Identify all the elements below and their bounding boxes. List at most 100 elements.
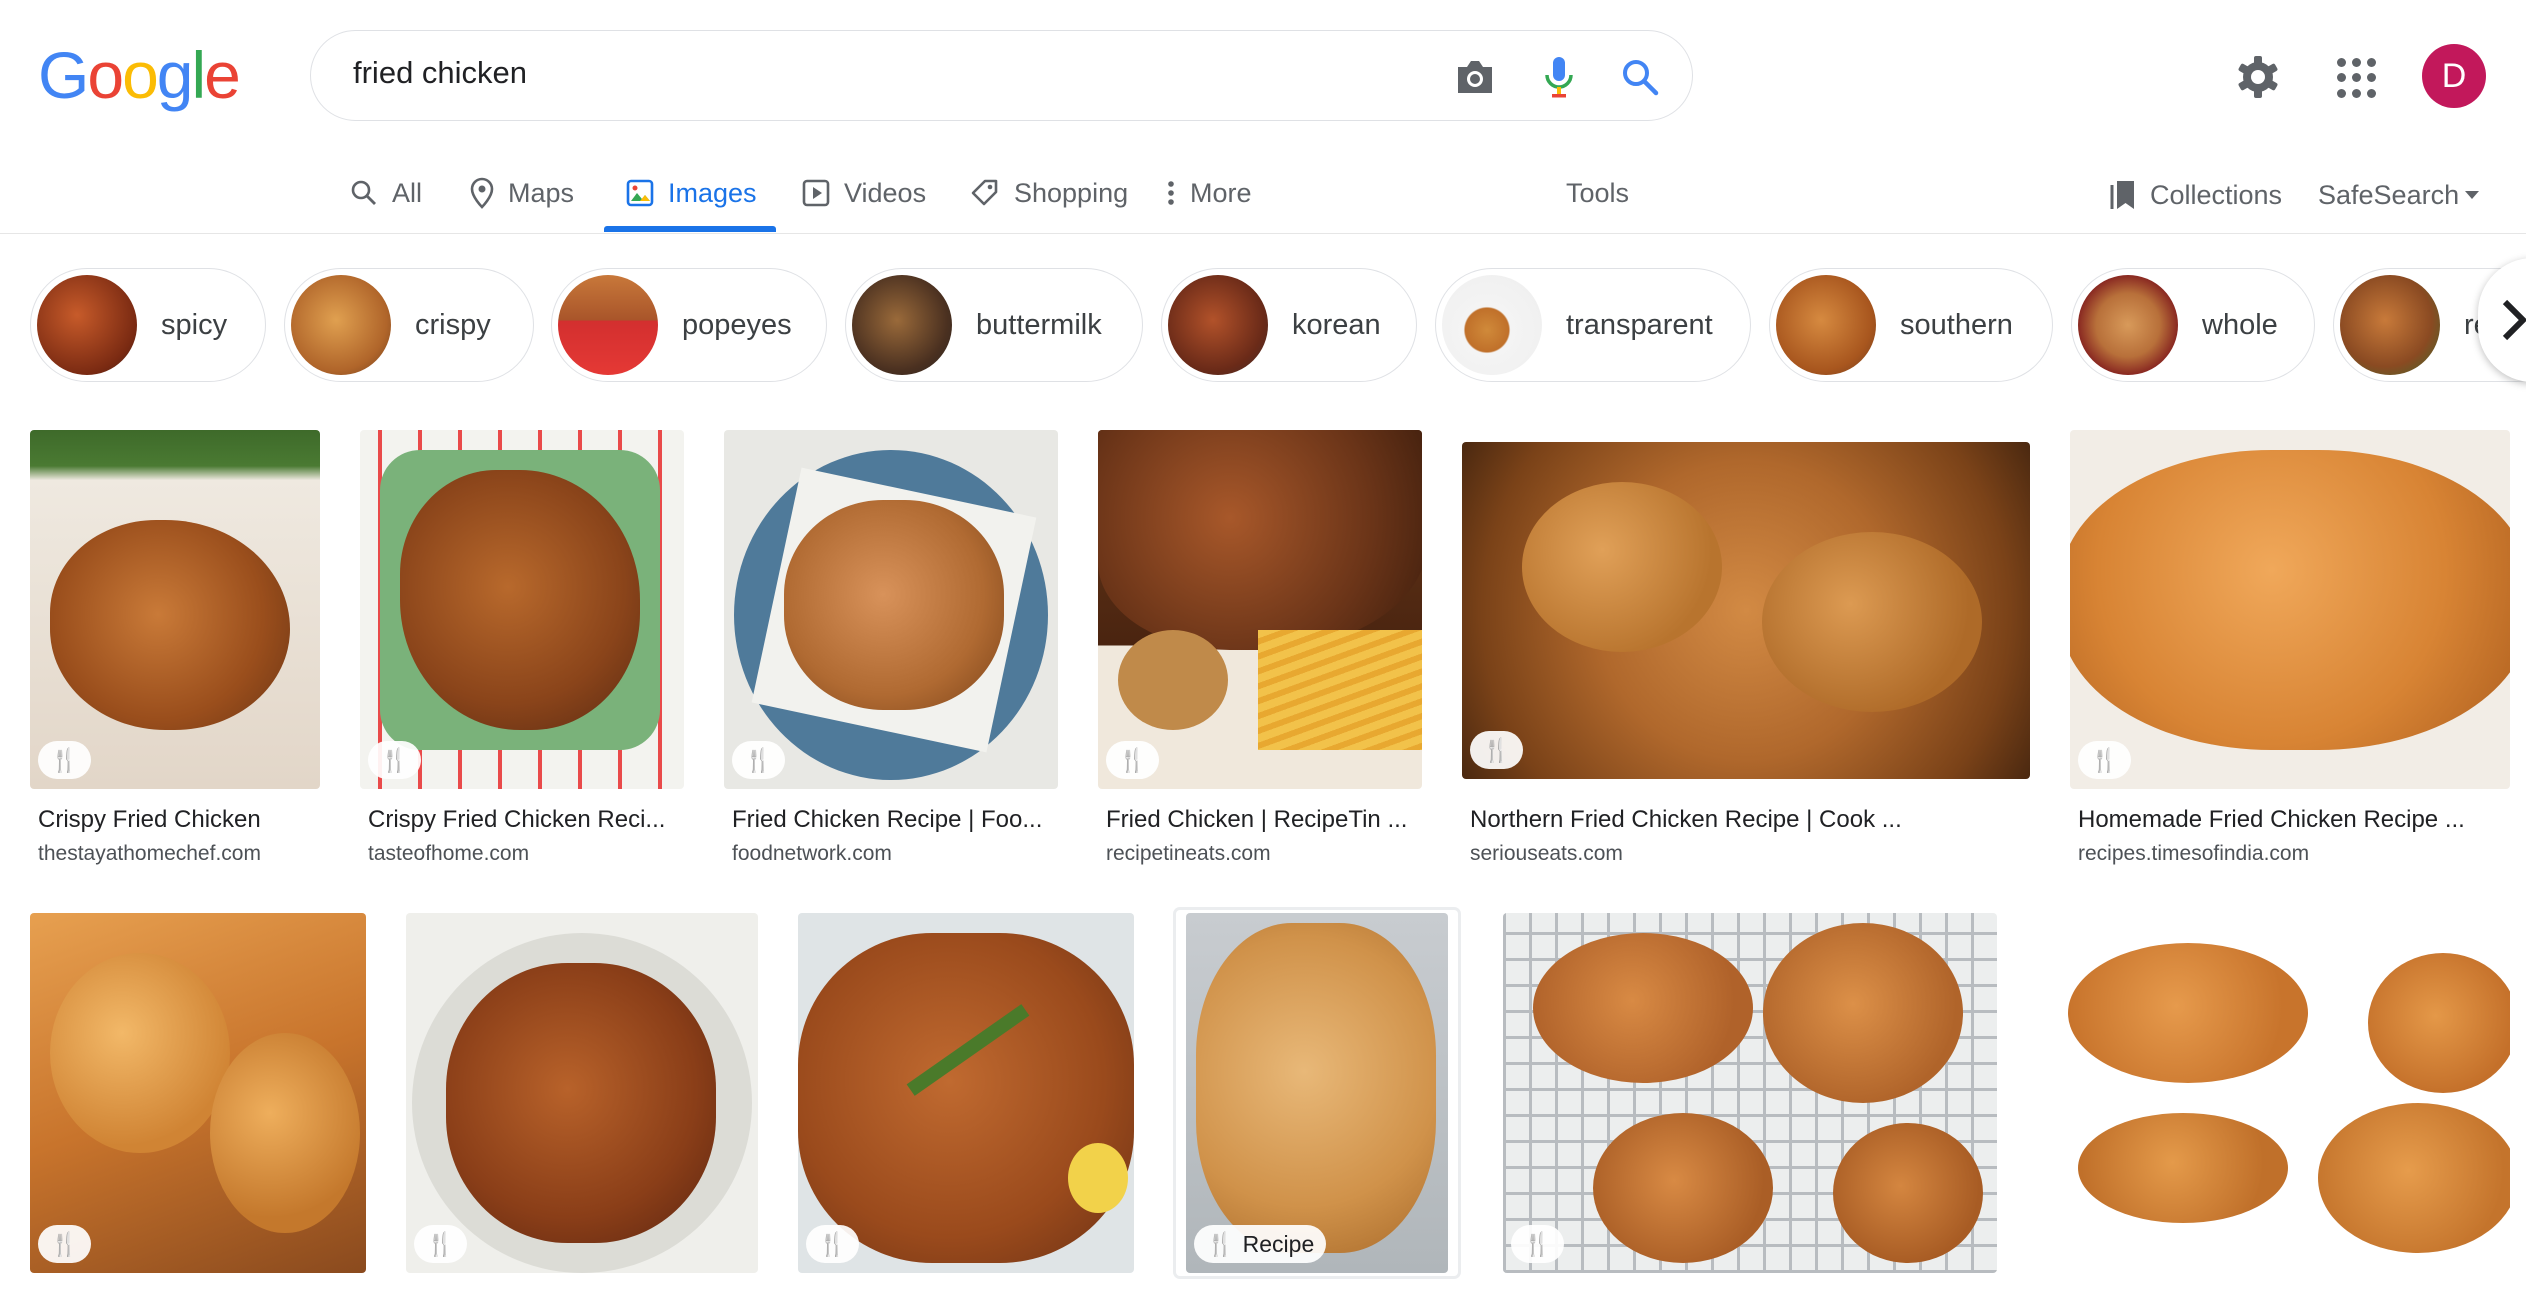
fork-knife-icon: 🍴: [380, 746, 409, 773]
result-thumbnail[interactable]: 🍴: [360, 430, 684, 789]
logo-letter: o: [122, 38, 159, 112]
chip-thumbnail: [852, 275, 952, 375]
fork-knife-icon: 🍴: [1482, 736, 1511, 763]
chip-whole[interactable]: whole: [2071, 268, 2315, 382]
collections-bookmark-icon: [2110, 181, 2134, 209]
image-result-highlighted[interactable]: 🍴 Recipe: [1176, 910, 1458, 1276]
tab-label: Videos: [844, 177, 927, 208]
search-icon[interactable]: [1616, 53, 1664, 101]
result-thumbnail[interactable]: [2038, 913, 2510, 1273]
result-source[interactable]: recipes.timesofindia.com: [2078, 842, 2309, 866]
collections-button[interactable]: Collections: [2110, 170, 2282, 220]
more-vert-icon: [1168, 181, 1174, 205]
play-icon: [802, 179, 830, 207]
tag-icon: [971, 179, 998, 206]
chip-thumbnail: [291, 275, 391, 375]
result-title[interactable]: Fried Chicken | RecipeTin ...: [1106, 806, 1416, 834]
chip-buttermilk[interactable]: buttermilk: [845, 268, 1143, 382]
result-source[interactable]: recipetineats.com: [1106, 842, 1271, 866]
fork-knife-icon: 🍴: [50, 1230, 79, 1257]
tab-images[interactable]: Images: [626, 168, 757, 218]
tab-label: Shopping: [1014, 177, 1129, 208]
fork-knife-icon: 🍴: [2090, 746, 2119, 773]
recipe-badge: 🍴: [806, 1225, 859, 1263]
camera-icon[interactable]: [1451, 53, 1499, 101]
recipe-badge-label: Recipe: [1242, 1230, 1315, 1257]
result-thumbnail[interactable]: 🍴: [30, 913, 366, 1273]
avatar[interactable]: D: [2422, 44, 2486, 108]
tab-maps[interactable]: Maps: [470, 168, 574, 218]
chip-thumbnail: [2078, 275, 2178, 375]
result-source[interactable]: seriouseats.com: [1470, 842, 1623, 866]
search-input[interactable]: fried chicken: [353, 55, 527, 91]
result-thumbnail[interactable]: 🍴: [406, 913, 758, 1273]
chip-label: southern: [1900, 308, 2013, 341]
avatar-letter: D: [2441, 56, 2467, 95]
logo-letter: l: [191, 38, 207, 112]
chip-crispy[interactable]: crispy: [284, 268, 534, 382]
apps-grid-icon[interactable]: [2337, 58, 2377, 98]
recipe-badge: 🍴: [1470, 731, 1523, 769]
chevron-right-icon: [2502, 299, 2526, 341]
chip-popeyes[interactable]: popeyes: [551, 268, 827, 382]
chip-label: whole: [2202, 308, 2278, 341]
result-thumbnail[interactable]: 🍴: [798, 913, 1134, 1273]
image-icon: [626, 179, 654, 207]
chip-thumbnail: [37, 275, 137, 375]
result-thumbnail[interactable]: 🍴: [30, 430, 320, 789]
recipe-badge: 🍴: [732, 741, 785, 779]
chip-transparent[interactable]: transparent: [1435, 268, 1751, 382]
result-title[interactable]: Fried Chicken Recipe | Foo...: [732, 806, 1052, 834]
collections-label: Collections: [2150, 179, 2283, 210]
recipe-badge: 🍴 Recipe: [1194, 1225, 1327, 1263]
chevron-down-icon: [2465, 191, 2480, 199]
tab-more[interactable]: More: [1166, 168, 1252, 218]
logo-letter: o: [87, 38, 124, 112]
tab-label: Maps: [508, 177, 575, 208]
safesearch-label: SafeSearch: [2318, 179, 2460, 210]
recipe-badge: 🍴: [38, 741, 91, 779]
chip-korean[interactable]: korean: [1161, 268, 1417, 382]
tools-button[interactable]: Tools: [1566, 168, 1629, 218]
fork-knife-icon: 🍴: [1118, 746, 1147, 773]
chip-spicy[interactable]: spicy: [30, 268, 266, 382]
chip-label: transparent: [1566, 308, 1713, 341]
result-thumbnail[interactable]: 🍴 Recipe: [1186, 913, 1448, 1273]
search-icon: [351, 180, 376, 205]
result-thumbnail[interactable]: 🍴: [1098, 430, 1422, 789]
result-thumbnail[interactable]: 🍴: [724, 430, 1058, 789]
safesearch-dropdown[interactable]: SafeSearch: [2318, 170, 2480, 220]
chip-southern[interactable]: southern: [1769, 268, 2053, 382]
search-box[interactable]: fried chicken: [310, 30, 1693, 121]
result-title[interactable]: Northern Fried Chicken Recipe | Cook ...: [1470, 806, 2030, 834]
result-thumbnail[interactable]: 🍴: [1503, 913, 1997, 1273]
search-tabs: All Maps Images Videos Shopping More Too…: [0, 150, 2526, 234]
logo-letter: g: [156, 38, 194, 112]
recipe-badge: 🍴: [414, 1225, 467, 1263]
microphone-icon[interactable]: [1535, 53, 1583, 101]
result-title[interactable]: Crispy Fried Chicken: [38, 806, 318, 834]
result-source[interactable]: foodnetwork.com: [732, 842, 892, 866]
recipe-badge: 🍴: [1106, 741, 1159, 779]
google-logo[interactable]: Google: [38, 38, 241, 112]
tab-videos[interactable]: Videos: [802, 168, 926, 218]
chip-thumbnail: [1442, 275, 1542, 375]
map-pin-icon: [470, 177, 494, 209]
logo-letter: e: [204, 38, 241, 112]
result-source[interactable]: tasteofhome.com: [368, 842, 529, 866]
chip-label: crispy: [415, 308, 491, 341]
tab-label: More: [1190, 177, 1252, 208]
tab-all[interactable]: All: [350, 168, 422, 218]
tab-shopping[interactable]: Shopping: [970, 168, 1128, 218]
settings-gear-icon[interactable]: [2233, 52, 2283, 102]
fork-knife-icon: 🍴: [744, 746, 773, 773]
result-title[interactable]: Crispy Fried Chicken Reci...: [368, 806, 678, 834]
result-thumbnail[interactable]: 🍴: [2070, 430, 2510, 789]
result-title[interactable]: Homemade Fried Chicken Recipe ...: [2078, 806, 2518, 834]
chip-thumbnail: [2340, 275, 2440, 375]
fork-knife-icon: 🍴: [1523, 1230, 1552, 1257]
result-thumbnail[interactable]: 🍴: [1462, 442, 2030, 779]
result-source[interactable]: thestayathomechef.com: [38, 842, 261, 866]
active-tab-indicator: [604, 226, 776, 232]
recipe-badge: 🍴: [1511, 1225, 1564, 1263]
